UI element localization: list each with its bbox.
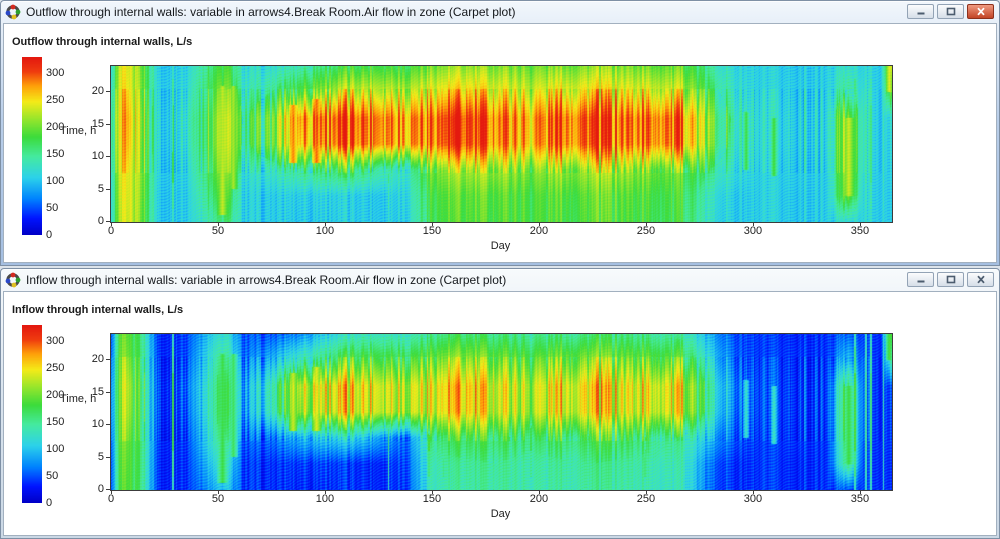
window-outflow: Outflow through internal walls: variable… [0,0,1000,266]
x-tick-label: 350 [847,225,873,237]
window-controls [907,4,994,19]
app-icon [5,4,21,20]
y-tick-label: 15 [84,386,104,398]
y-tick-mark [106,457,110,458]
y-tick-label: 20 [84,85,104,97]
colorbar-tick-label: 250 [46,362,74,374]
x-tick-label: 50 [205,225,231,237]
x-tick-mark [111,490,112,494]
x-tick-mark [111,222,112,226]
colorbar [22,57,42,235]
window-title: Outflow through internal walls: variable… [26,4,902,19]
x-tick-mark [218,490,219,494]
colorbar-tick-label: 100 [46,443,74,455]
x-tick-mark [646,222,647,226]
maximize-icon [946,7,956,16]
plot-title: Inflow through internal walls, L/s [12,304,183,316]
plot-panel: Outflow through internal walls, L/s Time… [3,23,997,263]
colorbar-tick-label: 100 [46,175,74,187]
x-tick-label: 100 [312,225,338,237]
x-tick-label: 300 [740,225,766,237]
x-tick-label: 100 [312,493,338,505]
maximize-button[interactable] [937,272,964,287]
y-tick-mark [106,124,110,125]
x-axis-label: Day [486,508,516,520]
colorbar-tick-label: 150 [46,148,74,160]
x-tick-mark [218,222,219,226]
close-button[interactable] [967,272,994,287]
x-tick-label: 0 [98,225,124,237]
y-tick-mark [106,156,110,157]
close-button[interactable] [967,4,994,19]
window-title: Inflow through internal walls: variable … [26,272,902,287]
x-tick-label: 50 [205,493,231,505]
x-tick-mark [753,222,754,226]
y-tick-mark [106,359,110,360]
y-tick-label: 5 [84,183,104,195]
colorbar [22,325,42,503]
x-tick-mark [539,222,540,226]
y-tick-label: 10 [84,418,104,430]
x-tick-mark [753,490,754,494]
maximize-icon [946,275,956,284]
x-tick-mark [432,490,433,494]
colorbar-tick-label: 200 [46,121,74,133]
close-icon [976,275,986,284]
x-tick-label: 250 [633,225,659,237]
carpet-plot-canvas [110,65,893,223]
x-axis-label: Day [486,240,516,252]
maximize-button[interactable] [937,4,964,19]
x-tick-mark [860,222,861,226]
colorbar-tick-label: 300 [46,335,74,347]
y-tick-label: 10 [84,150,104,162]
y-tick-mark [106,221,110,222]
x-tick-mark [432,222,433,226]
colorbar-tick-label: 150 [46,416,74,428]
x-tick-label: 250 [633,493,659,505]
colorbar-tick-label: 0 [46,229,74,241]
x-tick-label: 200 [526,225,552,237]
colorbar-tick-label: 300 [46,67,74,79]
y-tick-mark [106,392,110,393]
titlebar[interactable]: Outflow through internal walls: variable… [1,1,999,22]
y-tick-label: 15 [84,118,104,130]
minimize-button[interactable] [907,272,934,287]
colorbar-tick-label: 0 [46,497,74,509]
x-tick-label: 150 [419,493,445,505]
close-icon [976,7,986,16]
x-tick-label: 0 [98,493,124,505]
window-inflow: Inflow through internal walls: variable … [0,268,1000,539]
x-tick-label: 300 [740,493,766,505]
colorbar-tick-label: 50 [46,202,74,214]
colorbar-tick-label: 250 [46,94,74,106]
minimize-icon [916,7,926,16]
y-tick-mark [106,489,110,490]
x-tick-label: 200 [526,493,552,505]
y-tick-label: 20 [84,353,104,365]
y-tick-mark [106,91,110,92]
window-controls [907,272,994,287]
x-tick-mark [539,490,540,494]
x-tick-label: 150 [419,225,445,237]
x-tick-label: 350 [847,493,873,505]
plot-panel: Inflow through internal walls, L/s Time,… [3,291,997,536]
minimize-button[interactable] [907,4,934,19]
x-tick-mark [325,222,326,226]
colorbar-tick-label: 200 [46,389,74,401]
titlebar[interactable]: Inflow through internal walls: variable … [1,269,999,290]
carpet-plot-canvas [110,333,893,491]
x-tick-mark [646,490,647,494]
y-tick-mark [106,424,110,425]
app-icon [5,272,21,288]
minimize-icon [916,275,926,284]
y-tick-mark [106,189,110,190]
y-tick-label: 5 [84,451,104,463]
x-tick-mark [860,490,861,494]
plot-title: Outflow through internal walls, L/s [12,36,192,48]
colorbar-tick-label: 50 [46,470,74,482]
x-tick-mark [325,490,326,494]
